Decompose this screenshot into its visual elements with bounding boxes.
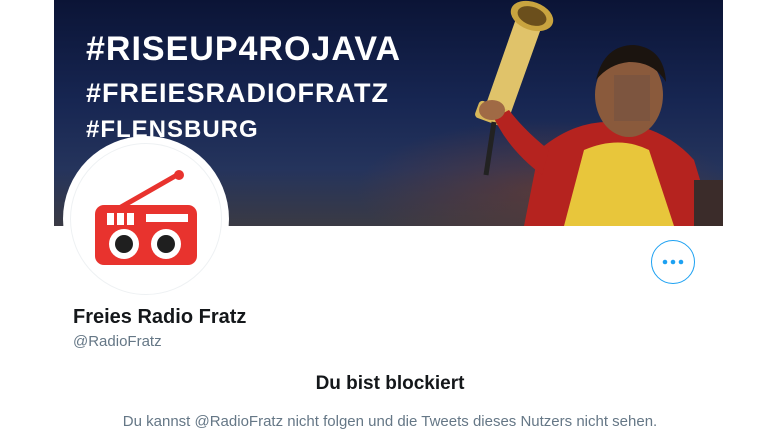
more-dots-icon — [662, 259, 684, 265]
banner-hashtag-2: #FREIESRADIOFRATZ — [86, 78, 390, 108]
blocked-description: Du kannst @RadioFratz nicht folgen und d… — [122, 413, 658, 430]
profile-name: Freies Radio Fratz — [73, 306, 247, 328]
banner-person-image — [475, 0, 723, 226]
banner-hashtag-3: #FLENSBURG — [86, 116, 259, 143]
banner-hashtag-1: #RISEUP4ROJAVA — [86, 30, 402, 68]
blocked-title: Du bist blockiert — [315, 373, 465, 394]
radio-icon — [95, 170, 197, 265]
avatar[interactable] — [67, 140, 225, 298]
more-options-button[interactable] — [651, 240, 695, 284]
profile-handle: @RadioFratz — [73, 333, 162, 350]
